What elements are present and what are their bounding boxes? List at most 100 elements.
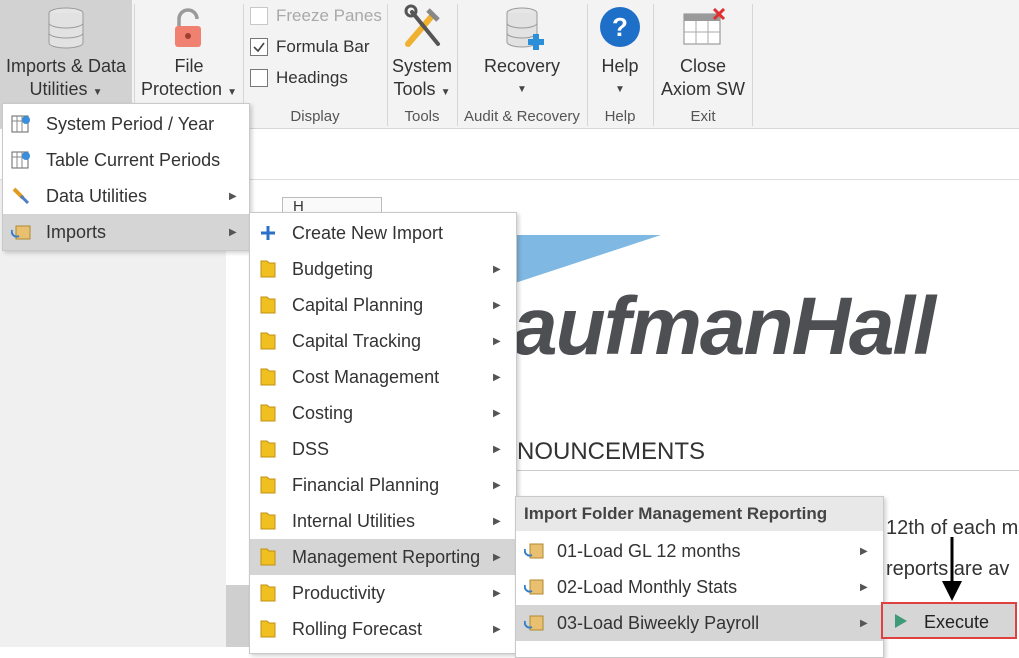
folder-icon <box>260 260 276 278</box>
calendar-table-icon <box>11 115 30 133</box>
management-reporting-submenu: Import Folder Management Reporting 01-Lo… <box>515 496 884 658</box>
menu-item-label: Table Current Periods <box>46 149 221 170</box>
dropdown-caret-icon: ▼ <box>92 87 103 98</box>
menu-item-label: Rolling Forecast <box>292 618 423 639</box>
menu-item-imports[interactable]: Imports ▶ <box>3 214 249 250</box>
kaufmanhall-logo: aufmanHall <box>512 281 936 372</box>
calendar-table-icon <box>11 151 30 169</box>
menu-item-budgeting[interactable]: Budgeting ▶ <box>250 251 516 287</box>
execute-label: Execute <box>924 612 990 632</box>
dropdown-caret-icon: ▼ <box>615 84 625 95</box>
menu-item-internal-utilities[interactable]: Internal Utilities ▶ <box>250 503 516 539</box>
tools-group-label: Tools <box>404 108 440 125</box>
dropdown-caret-icon: ▼ <box>227 87 237 98</box>
close-label-2: Axiom SW <box>660 79 745 99</box>
recovery-label: Recovery <box>483 56 561 76</box>
menu-item-rolling-forecast[interactable]: Rolling Forecast ▶ <box>250 611 516 647</box>
folder-icon <box>260 440 276 458</box>
menu-item-table-current-periods[interactable]: Table Current Periods <box>3 142 249 178</box>
close-table-icon <box>683 8 726 45</box>
submenu-arrow-icon: ▶ <box>493 335 501 347</box>
submenu-arrow-icon: ▶ <box>493 443 501 455</box>
folder-icon <box>260 584 276 602</box>
help-icon: ? <box>600 7 640 47</box>
menu-item-management-reporting[interactable]: Management Reporting ▶ <box>250 539 516 575</box>
announcements-heading: NOUNCEMENTS <box>517 438 706 465</box>
system-tools-label-1: System <box>391 56 452 76</box>
menu-item-label: Internal Utilities <box>292 510 416 531</box>
submenu-arrow-icon: ▶ <box>229 226 237 238</box>
menu-item-create-new-import[interactable]: Create New Import <box>250 215 516 251</box>
menu-item-label: 01-Load GL 12 months <box>557 540 741 561</box>
import-icon <box>524 615 544 631</box>
menu-item-label: Imports <box>46 221 107 242</box>
formula-bar-checkbox[interactable]: Formula Bar <box>250 37 370 57</box>
freeze-panes-checkbox[interactable]: Freeze Panes <box>250 6 382 26</box>
execute-menu-item[interactable]: Execute <box>881 602 1017 639</box>
menu-item-productivity[interactable]: Productivity ▶ <box>250 575 516 611</box>
dropdown-caret-icon: ▼ <box>440 87 451 98</box>
menu-item-capital-planning[interactable]: Capital Planning ▶ <box>250 287 516 323</box>
submenu-header-label: Import Folder Management Reporting <box>524 504 828 523</box>
tools-icon <box>404 4 440 47</box>
headings-label: Headings <box>276 68 348 87</box>
submenu-arrow-icon: ▶ <box>493 263 501 275</box>
menu-item-cost-management[interactable]: Cost Management ▶ <box>250 359 516 395</box>
menu-item-label: System Period / Year <box>46 113 215 134</box>
ribbon-separator <box>752 4 753 126</box>
menu-item-dss[interactable]: DSS ▶ <box>250 431 516 467</box>
folder-icon <box>260 512 276 530</box>
menu-item-label: Data Utilities <box>46 185 148 206</box>
menu-item-label: 02-Load Monthly Stats <box>557 576 738 597</box>
menu-item-label: DSS <box>292 438 330 459</box>
help-label: Help <box>601 56 639 76</box>
menu-item-label: Financial Planning <box>292 474 440 495</box>
menu-item-capital-tracking[interactable]: Capital Tracking ▶ <box>250 323 516 359</box>
submenu-arrow-icon: ▶ <box>493 587 501 599</box>
svg-text:?: ? <box>612 12 628 42</box>
menu-item-label: Management Reporting <box>292 546 481 567</box>
database-icon <box>48 7 84 49</box>
folder-icon <box>260 476 276 494</box>
menu-item-system-period-year[interactable]: System Period / Year <box>3 106 249 142</box>
menu-item-financial-planning[interactable]: Financial Planning ▶ <box>250 467 516 503</box>
menu-item-load-gl-12-months[interactable]: 01-Load GL 12 months ▶ <box>516 533 883 569</box>
menu-item-costing[interactable]: Costing ▶ <box>250 395 516 431</box>
pane-scroll-area <box>226 585 250 647</box>
imports-submenu: Create New Import Budgeting ▶ Capital Pl… <box>249 212 517 654</box>
menu-item-data-utilities[interactable]: Data Utilities ▶ <box>3 178 249 214</box>
dropdown-caret-icon: ▼ <box>517 84 527 95</box>
menu-item-load-biweekly-payroll[interactable]: 03-Load Biweekly Payroll ▶ <box>516 605 883 641</box>
folder-icon <box>260 620 276 638</box>
submenu-arrow-icon: ▶ <box>860 545 868 557</box>
freeze-panes-label: Freeze Panes <box>276 6 382 25</box>
imports-data-menu: System Period / Year Table Current Perio… <box>2 103 250 251</box>
formula-bar-label: Formula Bar <box>276 37 370 56</box>
submenu-arrow-icon: ▶ <box>493 479 501 491</box>
brand-decoration <box>515 235 661 283</box>
checkbox-checked-icon <box>250 38 268 56</box>
checkbox-unchecked-icon <box>250 7 268 25</box>
submenu-arrow-icon: ▶ <box>860 617 868 629</box>
menu-item-label: Capital Tracking <box>292 330 422 351</box>
menu-item-label: Create New Import <box>292 222 444 243</box>
annotation-down-arrow-icon <box>942 537 962 601</box>
utilities-icon <box>12 187 30 205</box>
system-tools-label-2: Tools <box>393 79 436 99</box>
import-icon <box>11 225 31 240</box>
play-icon <box>895 614 907 628</box>
submenu-arrow-icon: ▶ <box>860 581 868 593</box>
imports-data-label-2: Utilities <box>29 79 88 99</box>
help-group-label: Help <box>604 108 636 125</box>
display-group-label: Display <box>290 108 340 125</box>
menu-item-label: Productivity <box>292 582 386 603</box>
headings-checkbox[interactable]: Headings <box>250 68 348 88</box>
menu-item-label: Capital Planning <box>292 294 424 315</box>
file-protection-label-1: File <box>174 56 204 76</box>
menu-item-label: Costing <box>292 402 354 423</box>
submenu-header: Import Folder Management Reporting <box>516 497 883 531</box>
folder-icon <box>260 404 276 422</box>
import-icon <box>524 579 544 595</box>
menu-item-load-monthly-stats[interactable]: 02-Load Monthly Stats ▶ <box>516 569 883 605</box>
lock-icon <box>175 8 201 47</box>
